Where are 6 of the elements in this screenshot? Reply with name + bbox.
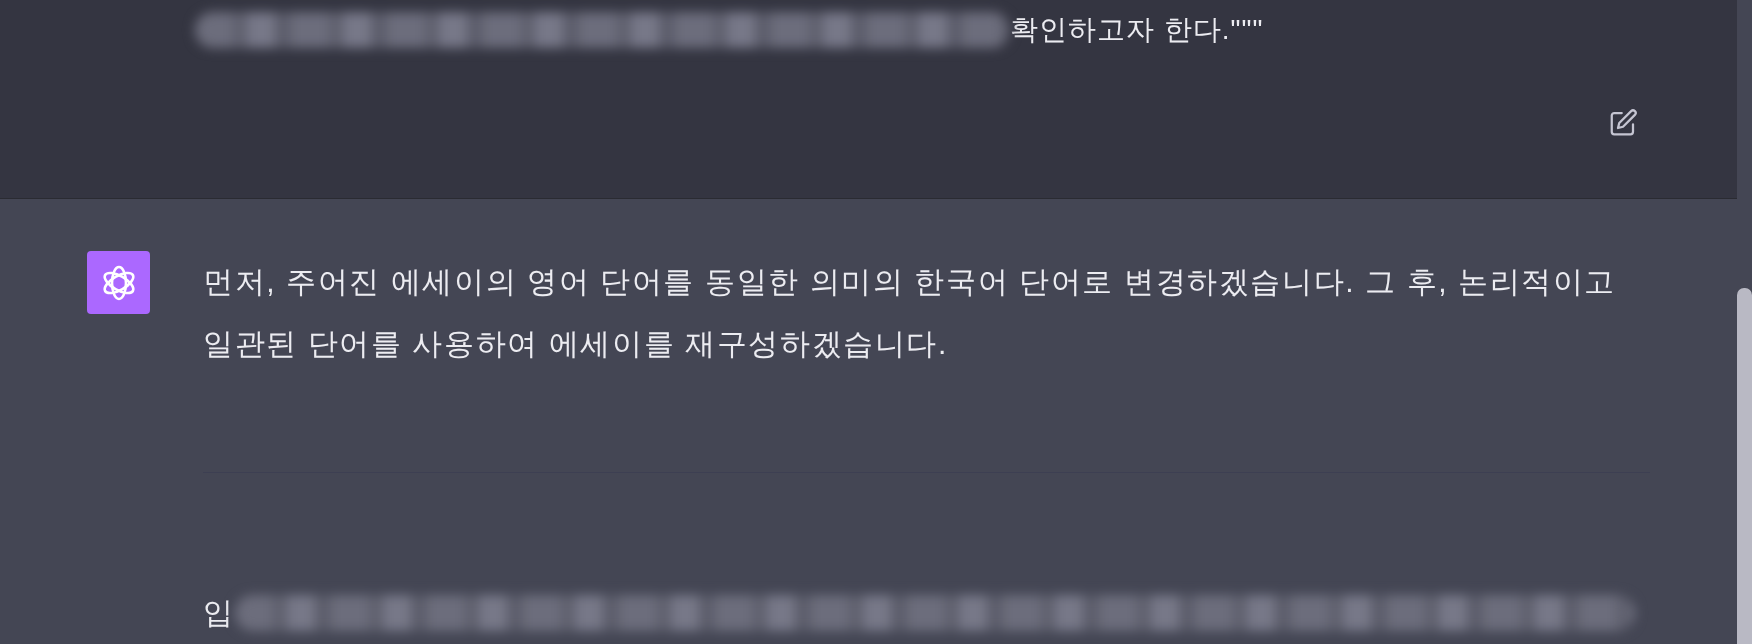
edit-icon[interactable] bbox=[1608, 108, 1638, 138]
message-text: 입 bbox=[203, 595, 235, 631]
scrollbar-thumb[interactable] bbox=[1737, 288, 1752, 644]
message-text: 먼저, 주어진 에세이의 영어 단어를 동일한 의미의 한국어 단어로 변경하겠습니다. 그 후, 논리적이고 일관된 단어를 사용하여 에세이를 재구성하겠습니다. bbox=[203, 264, 1618, 362]
assistant-logo-icon bbox=[87, 251, 150, 314]
message-text: 확인하고자 한다.""" bbox=[1010, 13, 1264, 47]
